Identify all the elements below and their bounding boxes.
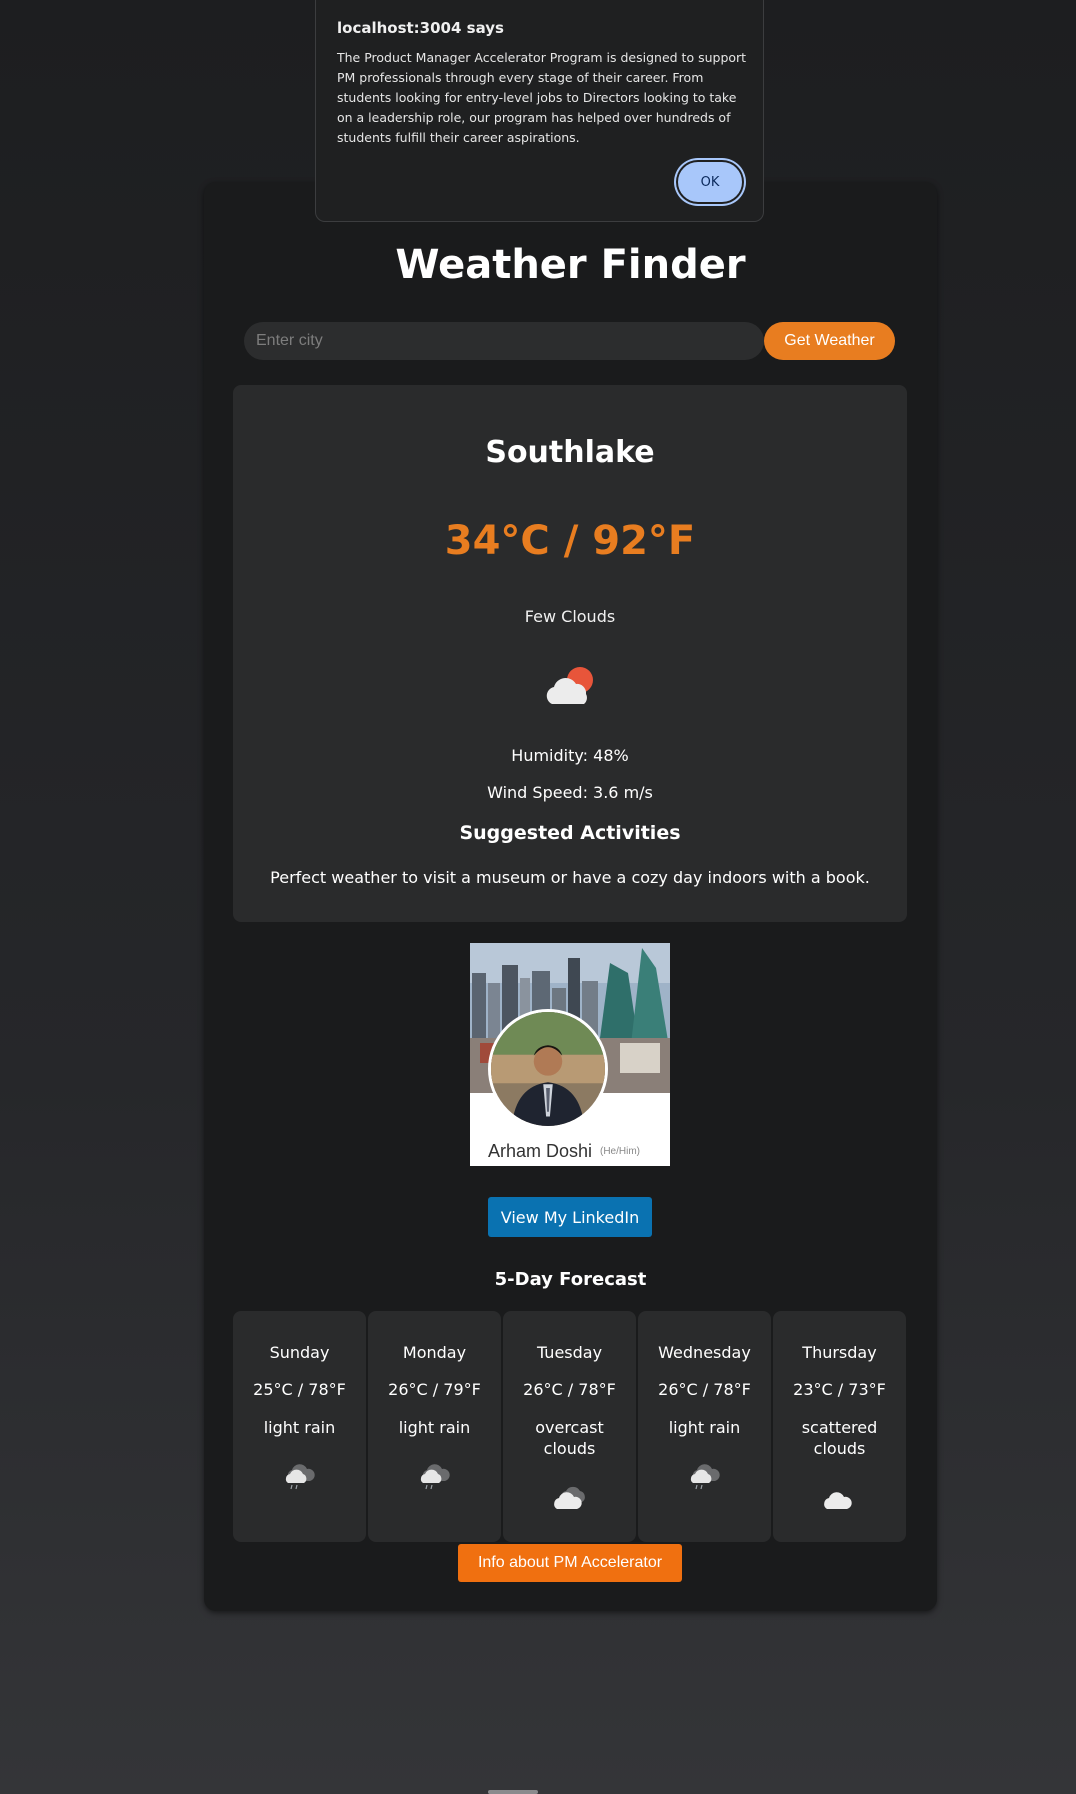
weather-app-card: Weather Finder Get Weather Southlake 34°… xyxy=(204,182,937,1611)
forecast-day-temp: 26°C / 78°F xyxy=(523,1380,616,1399)
wind-speed: Wind Speed: 3.6 m/s xyxy=(487,783,653,802)
search-row: Get Weather xyxy=(244,322,896,360)
profile-pronouns: (He/Him) xyxy=(600,1146,640,1157)
view-linkedin-button[interactable]: View My LinkedIn xyxy=(488,1197,652,1237)
scattered-clouds-icon xyxy=(823,1492,852,1509)
forecast-day-desc: overcast clouds xyxy=(535,1418,604,1458)
forecast-day-thursday: Thursday 23°C / 73°F scattered clouds xyxy=(773,1311,906,1542)
forecast-day-desc: light rain xyxy=(263,1418,336,1437)
forecast-day-name: Sunday xyxy=(269,1343,330,1362)
app-title: Weather Finder xyxy=(395,242,746,288)
forecast-row: Sunday 25°C / 78°F light rain Monday 26°… xyxy=(233,1311,907,1542)
humidity: Humidity: 48% xyxy=(511,746,629,765)
forecast-day-name: Wednesday xyxy=(658,1343,751,1362)
pm-accelerator-info-button[interactable]: Info about PM Accelerator xyxy=(458,1544,682,1582)
get-weather-button[interactable]: Get Weather xyxy=(764,322,895,360)
profile-avatar xyxy=(488,1009,608,1129)
current-weather-card: Southlake 34°C / 92°F Few Clouds Humidit… xyxy=(233,385,907,922)
city-name: Southlake xyxy=(485,435,655,470)
forecast-day-temp: 26°C / 78°F xyxy=(658,1380,751,1399)
light-rain-icon xyxy=(690,1464,720,1490)
scroll-handle xyxy=(488,1790,538,1794)
forecast-day-temp: 25°C / 78°F xyxy=(253,1380,346,1399)
forecast-day-desc: light rain xyxy=(668,1418,741,1437)
forecast-day-name: Monday xyxy=(402,1343,467,1362)
forecast-day-desc: light rain xyxy=(398,1418,471,1437)
activities-text: Perfect weather to visit a museum or hav… xyxy=(270,868,870,887)
profile-name: Arham Doshi xyxy=(488,1141,593,1161)
forecast-day-temp: 23°C / 73°F xyxy=(793,1380,886,1399)
forecast-day-sunday: Sunday 25°C / 78°F light rain xyxy=(233,1311,366,1542)
dialog-message: The Product Manager Accelerator Program … xyxy=(337,50,747,145)
light-rain-icon xyxy=(420,1464,450,1490)
weather-condition: Few Clouds xyxy=(524,607,616,626)
forecast-title: 5-Day Forecast xyxy=(494,1269,647,1290)
alert-dialog: localhost:3004 says The Product Manager … xyxy=(315,0,764,222)
forecast-day-name: Thursday xyxy=(802,1343,877,1362)
forecast-day-temp: 26°C / 79°F xyxy=(388,1380,481,1399)
current-temperature: 34°C / 92°F xyxy=(444,518,696,564)
activities-title: Suggested Activities xyxy=(459,822,681,844)
light-rain-icon xyxy=(285,1464,315,1490)
forecast-day-name: Tuesday xyxy=(536,1343,603,1362)
dialog-ok-button[interactable]: OK xyxy=(678,162,742,202)
forecast-day-wednesday: Wednesday 26°C / 78°F light rain xyxy=(638,1311,771,1542)
profile-card: Arham Doshi (He/Him) xyxy=(470,943,670,1166)
overcast-clouds-icon xyxy=(553,1486,585,1509)
forecast-day-tuesday: Tuesday 26°C / 78°F overcast clouds xyxy=(503,1311,636,1542)
few-clouds-day-icon xyxy=(546,667,593,704)
city-search-input[interactable] xyxy=(244,322,764,360)
dialog-title: localhost:3004 says xyxy=(337,19,504,37)
forecast-day-desc: scattered clouds xyxy=(801,1418,878,1458)
forecast-day-monday: Monday 26°C / 79°F light rain xyxy=(368,1311,501,1542)
